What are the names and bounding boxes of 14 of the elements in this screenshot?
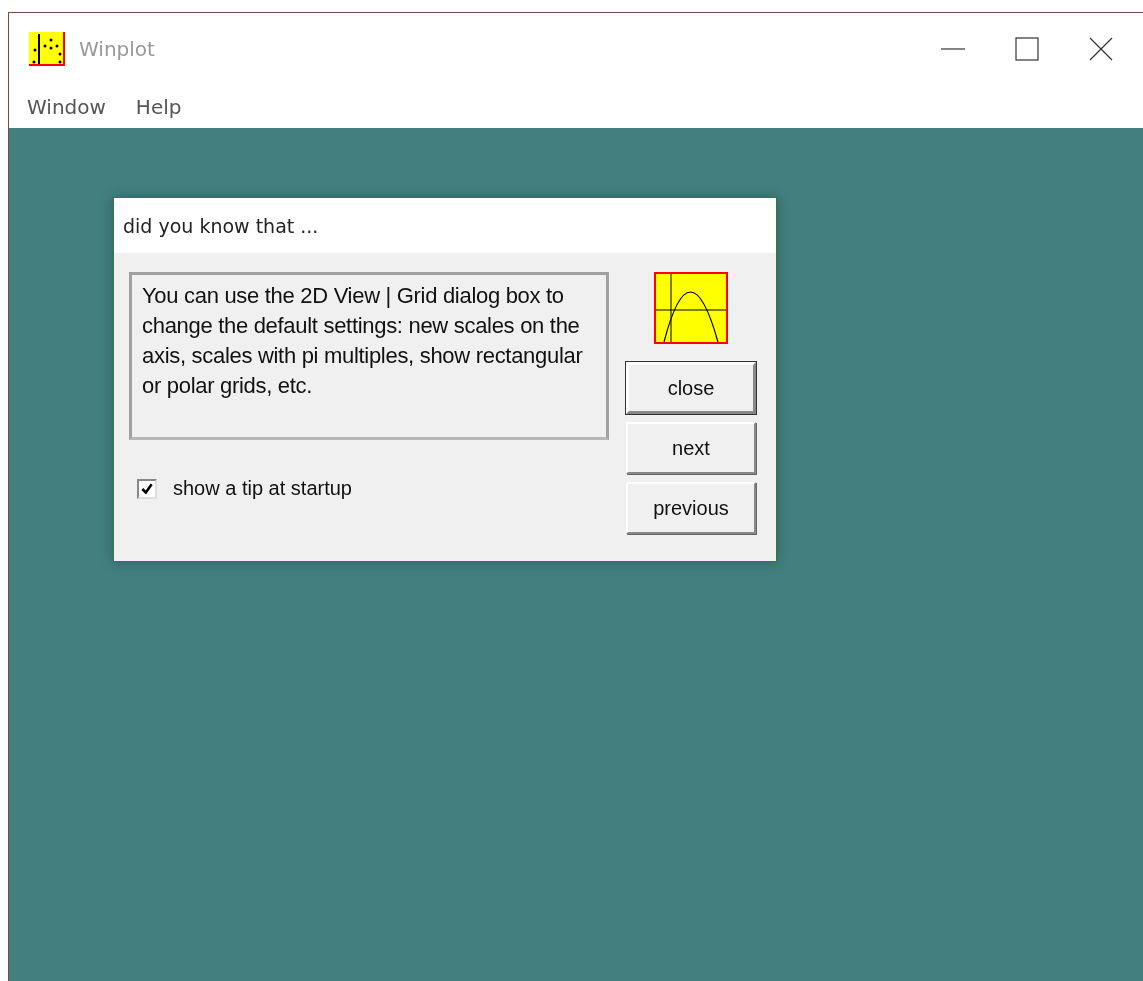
dialog-button[interactable]: previous: [626, 482, 756, 534]
checkbox-label[interactable]: show a tip at startup: [173, 477, 352, 500]
menu-item[interactable]: Window: [27, 94, 106, 119]
window-title: Winplot: [79, 37, 155, 61]
graph-icon: [654, 272, 728, 344]
menu-item[interactable]: Help: [135, 94, 182, 119]
close-icon[interactable]: [1089, 37, 1113, 61]
dialog-button[interactable]: next: [626, 422, 756, 474]
tip-text: You can use the 2D View | Grid dialog box to change the default settings: new scales on the axis, scales with pi multiples, show rectangular or polar grids, etc.: [129, 272, 609, 440]
dialog-button[interactable]: close: [626, 362, 756, 414]
maximize-icon[interactable]: [1015, 37, 1039, 61]
checkbox[interactable]: [137, 478, 157, 499]
dialog-title: did you know that ...: [114, 198, 776, 253]
app-icon: [29, 32, 65, 66]
